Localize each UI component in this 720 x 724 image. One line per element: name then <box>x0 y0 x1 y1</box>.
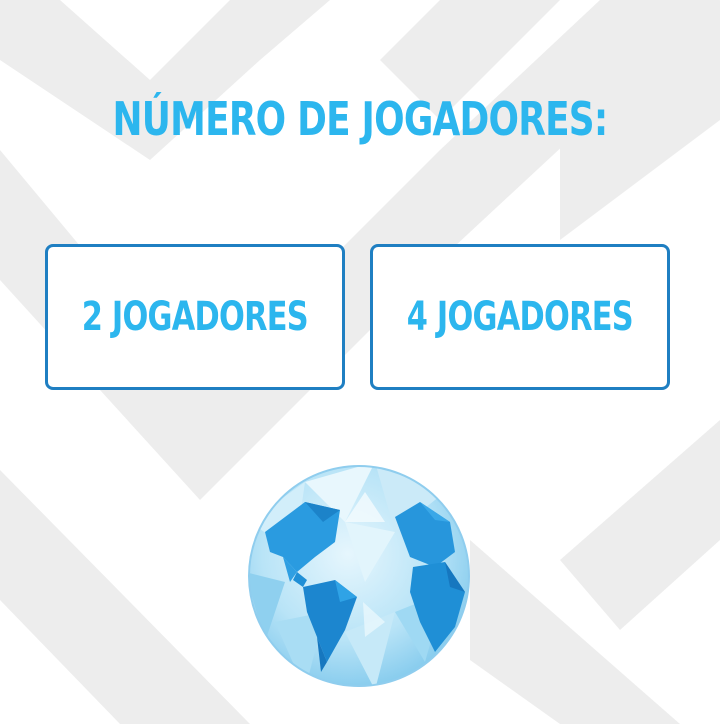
screen-title: NÚMERO DE JOGADORES: <box>112 92 609 146</box>
two-players-label: 2 JOGADORES <box>81 294 309 340</box>
four-players-label: 4 JOGADORES <box>406 294 634 340</box>
world-globe-icon <box>248 465 470 687</box>
four-players-button[interactable]: 4 JOGADORES <box>370 244 670 390</box>
two-players-button[interactable]: 2 JOGADORES <box>45 244 345 390</box>
